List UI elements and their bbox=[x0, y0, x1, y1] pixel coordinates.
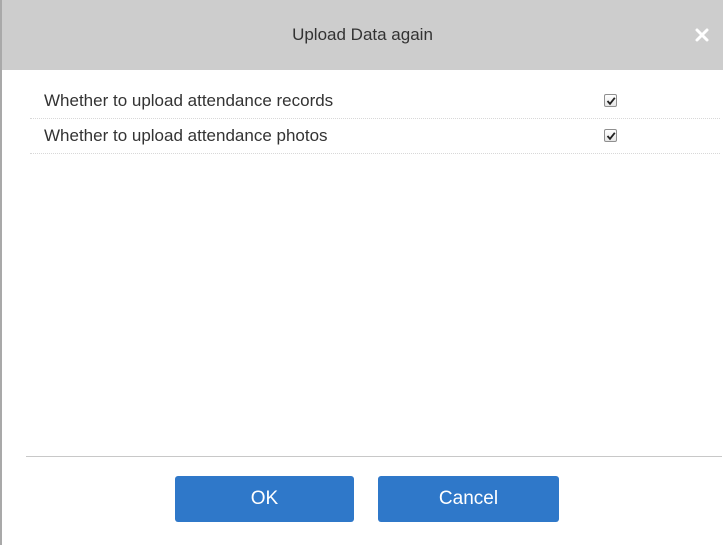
close-icon[interactable] bbox=[691, 24, 713, 46]
ok-button[interactable]: OK bbox=[175, 476, 354, 522]
cancel-button[interactable]: Cancel bbox=[378, 476, 559, 522]
option-label-photos: Whether to upload attendance photos bbox=[44, 126, 328, 145]
options-list: Whether to upload attendance records Whe… bbox=[30, 84, 720, 154]
option-label-records: Whether to upload attendance records bbox=[44, 91, 334, 110]
dialog-title: Upload Data again bbox=[292, 25, 433, 44]
dialog-titlebar: Upload Data again bbox=[2, 0, 723, 70]
checkmark-icon bbox=[606, 97, 616, 106]
option-row-records: Whether to upload attendance records bbox=[30, 84, 720, 119]
upload-records-checkbox[interactable] bbox=[604, 94, 617, 107]
upload-data-dialog: Upload Data again Whether to upload atte… bbox=[0, 0, 723, 545]
footer-divider bbox=[26, 456, 722, 457]
checkmark-icon bbox=[606, 132, 616, 141]
option-row-photos: Whether to upload attendance photos bbox=[30, 119, 720, 154]
upload-photos-checkbox[interactable] bbox=[604, 129, 617, 142]
